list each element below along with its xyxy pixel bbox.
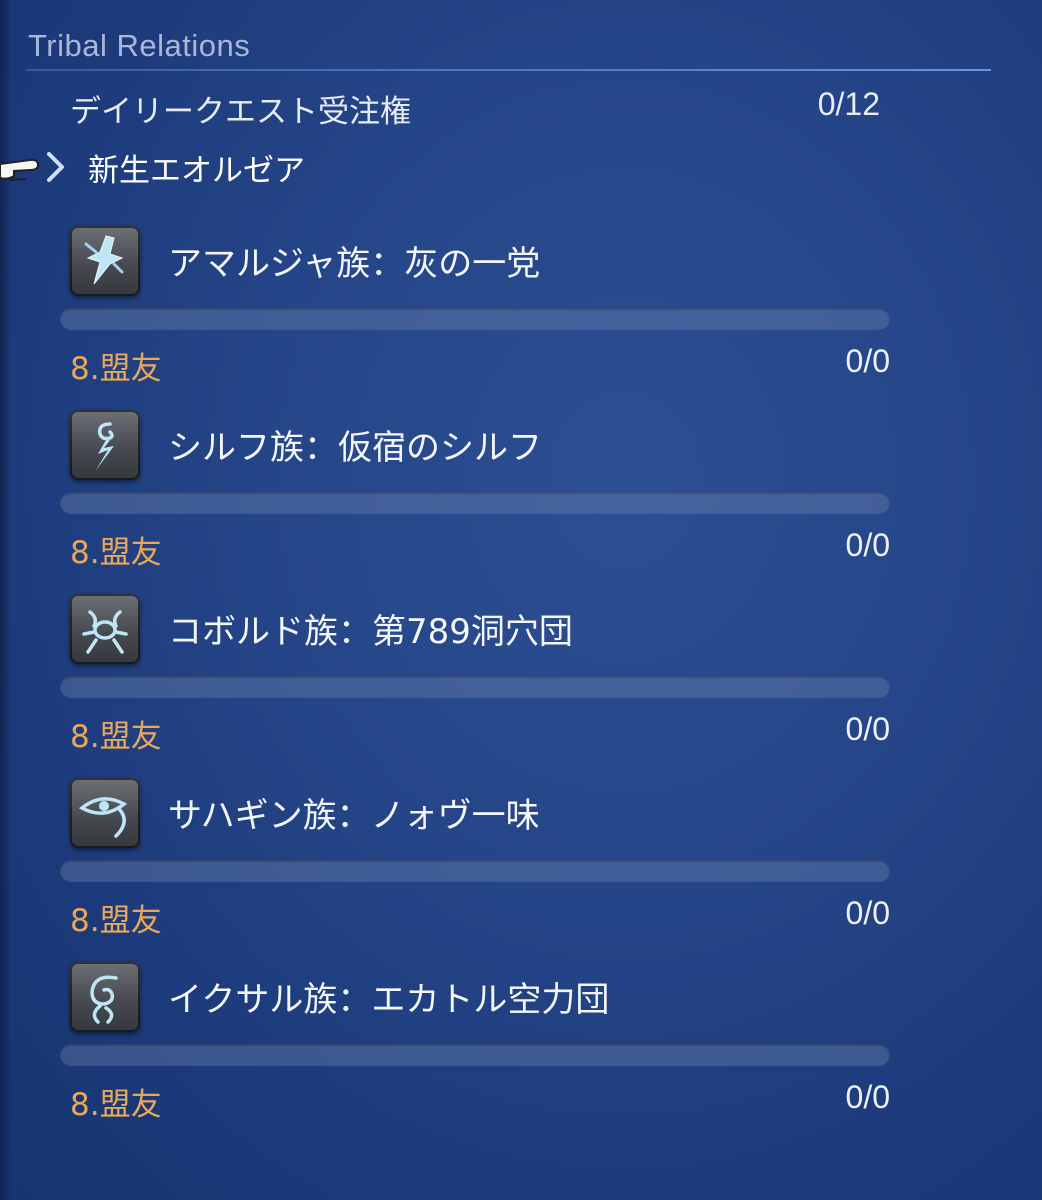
sahagin-emblem-icon [70,778,140,848]
header-divider [26,69,991,71]
tribe-rank: 8.盟友 [70,535,162,571]
tribe-rank: 8.盟友 [70,1087,162,1123]
tribe-rank: 8.盟友 [70,351,162,387]
tribe-name: アマルジャ族：灰の一党 [168,244,541,284]
tribe-rank: 8.盟友 [70,903,162,939]
tribe-reputation: 0/0 [845,527,890,563]
tribe-reputation: 0/0 [845,343,890,379]
tribe-rank: 8.盟友 [70,719,162,755]
tribe-entry-sylph[interactable]: シルフ族：仮宿のシルフ 8.盟友 0/0 [0,410,1042,594]
tribe-name: コボルド族：第789洞穴団 [168,612,573,652]
tribe-entry-kobold[interactable]: コボルド族：第789洞穴団 8.盟友 0/0 [0,594,1042,778]
kobold-emblem-icon [70,594,140,664]
reputation-bar [60,1044,890,1066]
tribe-name: サハギン族：ノォヴ一味 [168,796,540,836]
tribe-entry-amaljaa[interactable]: アマルジャ族：灰の一党 8.盟友 0/0 [0,226,1042,410]
daily-quest-allowance-label: デイリークエスト受注権 [70,94,411,130]
tribe-reputation: 0/0 [845,1079,890,1115]
tribe-name: シルフ族：仮宿のシルフ [168,428,542,468]
section-a-realm-reborn[interactable]: 新生エオルゼア [44,142,305,192]
reputation-bar [60,492,890,514]
tribe-reputation: 0/0 [845,895,890,931]
daily-quest-allowance-value: 0/12 [817,86,880,122]
reputation-bar [60,676,890,698]
sylph-emblem-icon [70,410,140,480]
tribe-entry-sahagin[interactable]: サハギン族：ノォヴ一味 8.盟友 0/0 [0,778,1042,962]
tribe-reputation: 0/0 [845,711,890,747]
ixal-emblem-icon [70,962,140,1032]
amaljaa-emblem-icon [70,226,140,296]
reputation-bar [60,860,890,882]
tribe-name: イクサル族：エカトル空力団 [168,980,610,1020]
pointing-hand-cursor-icon [0,158,40,181]
section-label: 新生エオルゼア [88,152,305,189]
reputation-bar [60,308,890,330]
tribe-entry-ixal[interactable]: イクサル族：エカトル空力団 8.盟友 0/0 [0,962,1042,1146]
chevron-right-icon [47,152,64,182]
window-title: Tribal Relations [28,28,251,63]
